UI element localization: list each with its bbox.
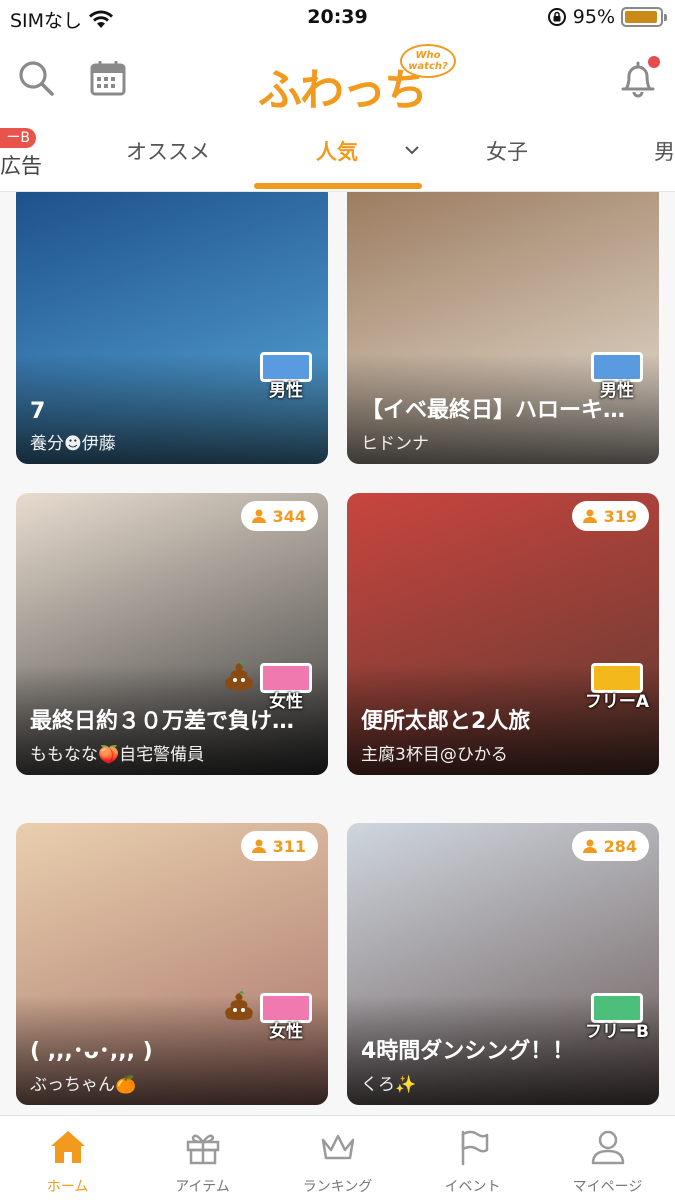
app-logo: ふわっち Who watch? (258, 44, 458, 116)
viewer-count: 319 (603, 506, 637, 526)
person-icon (251, 509, 266, 523)
rotation-lock-icon (547, 8, 566, 26)
calendar-button[interactable] (86, 56, 130, 100)
calendar-icon (90, 61, 126, 96)
stream-title: 4時間ダンシング！！ (361, 1039, 575, 1064)
nav-items-label: アイテム (175, 1179, 230, 1195)
ad-badge: ーB (0, 128, 36, 148)
logo-bubble: Who watch? (400, 44, 456, 78)
home-icon (50, 1131, 85, 1163)
battery-icon (621, 7, 667, 27)
poop-icon (225, 991, 253, 1020)
nav-ranking[interactable]: ランキング (270, 1126, 405, 1196)
genre-label: 男性 (269, 381, 303, 401)
bottom-nav: ホーム アイテム ランキング イベント マイページ (0, 1115, 675, 1200)
nav-items[interactable]: アイテム (135, 1126, 270, 1196)
app-header: ふわっち Who watch? (0, 40, 675, 120)
streamer-name: ももなな🍑自宅警備員 (30, 745, 205, 765)
battery-level (625, 11, 658, 23)
nav-event-label: イベント (444, 1179, 501, 1195)
stream-title: ( ,,,･ᴗ･,,, ) (30, 1039, 153, 1064)
nav-mypage[interactable]: マイページ (540, 1126, 675, 1196)
stream-title: 最終日約３０万差で負け… (30, 709, 295, 734)
tab-recommended[interactable]: オススメ (126, 136, 210, 166)
tab-female[interactable]: 女子 (486, 136, 528, 166)
stream-card[interactable]: 男性 【イベ最終日】ハローキ… ヒドンナ (347, 192, 659, 464)
notification-button[interactable] (616, 56, 660, 100)
logo-bubble-line2: watch? (408, 61, 448, 72)
stream-card[interactable]: 311 女性 ( ,,,･ᴗ･,,, ) ぶっちゃん🍊 (16, 823, 328, 1105)
stream-title: 便所太郎と2人旅 (361, 709, 531, 734)
viewer-count: 311 (272, 836, 306, 856)
genre-badge: 男性 (260, 352, 312, 401)
person-icon (582, 509, 597, 523)
tab-ad[interactable]: 広告 (0, 150, 42, 180)
viewer-count: 284 (603, 836, 637, 856)
stream-card[interactable]: 344 女性 最終日約３０万差で負け… ももなな🍑自宅警備員 (16, 493, 328, 775)
category-tabs: ーB 広告 オススメ 人気 女子 男 (0, 120, 675, 192)
tab-popular[interactable]: 人気 (316, 136, 358, 166)
viewer-count-badge: 344 (240, 501, 318, 531)
viewer-count-badge: 319 (571, 501, 649, 531)
tab-male[interactable]: 男 (654, 136, 675, 166)
stream-card[interactable]: 男性 7 養分☻伊藤 (16, 192, 328, 464)
stream-feed: 男性 7 養分☻伊藤 男性 【イベ最終日】ハローキ… ヒドンナ 344 女性 最… (0, 192, 675, 1115)
poop-icon (225, 661, 253, 690)
search-icon (19, 61, 54, 96)
streamer-name: ヒドンナ (361, 434, 429, 454)
user-icon (591, 1130, 624, 1165)
nav-event[interactable]: イベント (405, 1126, 540, 1196)
stream-title: 【イベ最終日】ハローキ… (361, 398, 626, 423)
streamer-name: 主腐3杯目@ひかる (361, 745, 508, 765)
streamer-name: ぶっちゃん🍊 (30, 1075, 137, 1095)
nav-ranking-label: ランキング (302, 1179, 373, 1195)
gift-icon (186, 1134, 219, 1165)
battery-percent: 95% (572, 6, 615, 28)
logo-bubble-line1: Who (415, 50, 441, 61)
stream-card[interactable]: 319 フリーA 便所太郎と2人旅 主腐3杯目@ひかる (347, 493, 659, 775)
streamer-name: くろ✨ (361, 1075, 417, 1095)
status-right: 95% (547, 6, 667, 28)
nav-home-label: ホーム (46, 1179, 89, 1195)
crown-icon (321, 1134, 354, 1160)
notification-dot (648, 56, 660, 68)
active-tab-indicator (254, 183, 422, 189)
nav-home[interactable]: ホーム (0, 1126, 135, 1196)
chevron-down-icon[interactable] (404, 142, 420, 158)
person-icon (582, 839, 597, 853)
viewer-count-badge: 284 (571, 831, 649, 861)
stream-title: 7 (30, 399, 46, 424)
streamer-name: 養分☻伊藤 (30, 434, 116, 454)
viewer-count: 344 (272, 506, 306, 526)
viewer-count-badge: 311 (240, 831, 318, 861)
nav-mypage-label: マイページ (572, 1179, 643, 1195)
search-button[interactable] (14, 56, 58, 100)
flag-icon (461, 1130, 488, 1166)
stream-card[interactable]: 284 フリーB 4時間ダンシング！！ くろ✨ (347, 823, 659, 1105)
status-bar: SIMなし 20:39 95% (0, 0, 675, 40)
person-icon (251, 839, 266, 853)
